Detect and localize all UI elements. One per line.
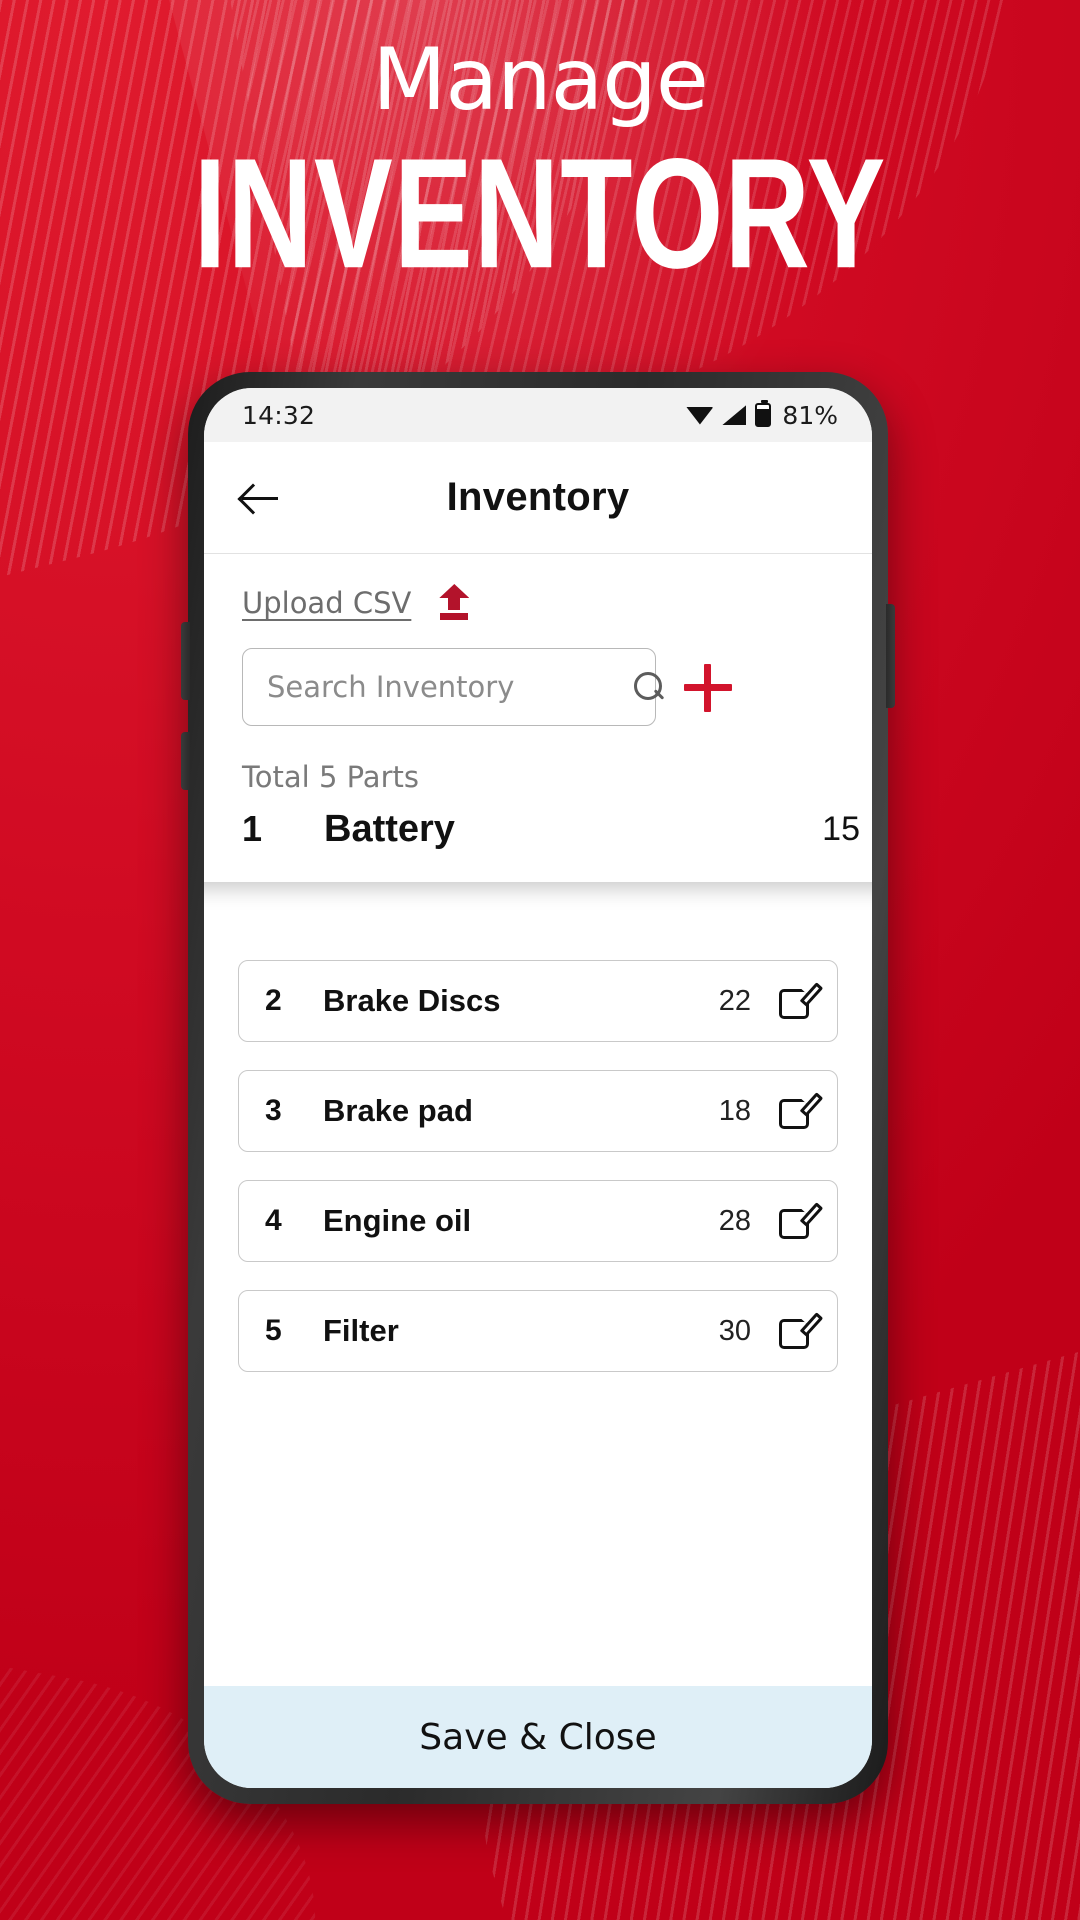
save-and-close-button[interactable]: Save & Close	[204, 1686, 872, 1788]
row-part-name: Filter	[323, 1313, 399, 1348]
edit-icon[interactable]	[779, 1304, 824, 1349]
table-row[interactable]: 4 Engine oil 28	[238, 1180, 838, 1262]
row-index: 3	[265, 1094, 282, 1127]
search-box[interactable]	[242, 648, 662, 726]
back-arrow-icon[interactable]	[238, 475, 284, 521]
headline-line-1: Manage	[372, 30, 709, 130]
phone-button-volume-down[interactable]	[181, 732, 190, 790]
promo-headline: Manage INVENTORY	[0, 30, 1080, 292]
edit-icon[interactable]	[779, 974, 824, 1019]
phone-screen: 14:32 81% Inventory Upload CSV Search In…	[204, 388, 872, 1788]
edit-icon[interactable]	[779, 1194, 824, 1239]
status-clock: 14:32	[242, 400, 316, 430]
app-bar: Inventory	[204, 442, 872, 554]
table-row[interactable]: 5 Filter 30	[238, 1290, 838, 1372]
search-icon[interactable]	[634, 672, 664, 702]
row-part-name: Battery	[324, 807, 455, 850]
row-quantity: 22	[718, 984, 751, 1017]
signal-icon	[722, 405, 747, 425]
add-part-button[interactable]	[684, 663, 732, 712]
table-row[interactable]: 3 Brake pad 18	[238, 1070, 838, 1152]
phone-button-power[interactable]	[886, 604, 895, 708]
row-index: 1	[242, 808, 263, 849]
row-part-name: Engine oil	[323, 1203, 472, 1238]
upload-csv-row: Upload CSV	[204, 554, 872, 626]
battery-icon	[755, 400, 772, 427]
status-bar: 14:32 81%	[204, 388, 872, 442]
row-index: 2	[265, 984, 282, 1017]
status-icons: 81%	[686, 400, 838, 430]
total-parts-label: Total 5 Parts	[242, 760, 419, 794]
row-index: 5	[265, 1314, 282, 1347]
parts-list: 1 Battery 15 2 Brake Discs 22 3 Brake pa…	[204, 794, 872, 1686]
row-quantity: 28	[718, 1204, 751, 1237]
row-part-name: Brake pad	[323, 1093, 473, 1128]
battery-percent: 81%	[782, 400, 838, 430]
upload-arrow-icon[interactable]	[437, 584, 471, 622]
edit-icon[interactable]	[779, 1084, 824, 1129]
phone-button-volume-up[interactable]	[181, 622, 190, 700]
row-quantity: 15	[822, 809, 860, 848]
row-quantity: 18	[718, 1094, 751, 1127]
row-part-name: Brake Discs	[323, 983, 501, 1018]
search-input[interactable]	[267, 670, 634, 704]
page-title: Inventory	[446, 475, 630, 519]
phone-mockup: 14:32 81% Inventory Upload CSV Search In…	[181, 372, 895, 1804]
table-row[interactable]: 2 Brake Discs 22	[238, 960, 838, 1042]
search-row	[204, 626, 872, 726]
parts-list-row-highlighted[interactable]: 1 Battery 15	[204, 794, 872, 882]
parts-list-rows: 2 Brake Discs 22 3 Brake pad 18 4 Engine…	[238, 850, 838, 1372]
headline-line-2: INVENTORY	[193, 125, 887, 301]
row-quantity: 30	[718, 1314, 751, 1347]
wifi-icon	[686, 407, 714, 425]
upload-csv-link[interactable]: Upload CSV	[242, 586, 411, 620]
row-index: 4	[265, 1204, 282, 1237]
